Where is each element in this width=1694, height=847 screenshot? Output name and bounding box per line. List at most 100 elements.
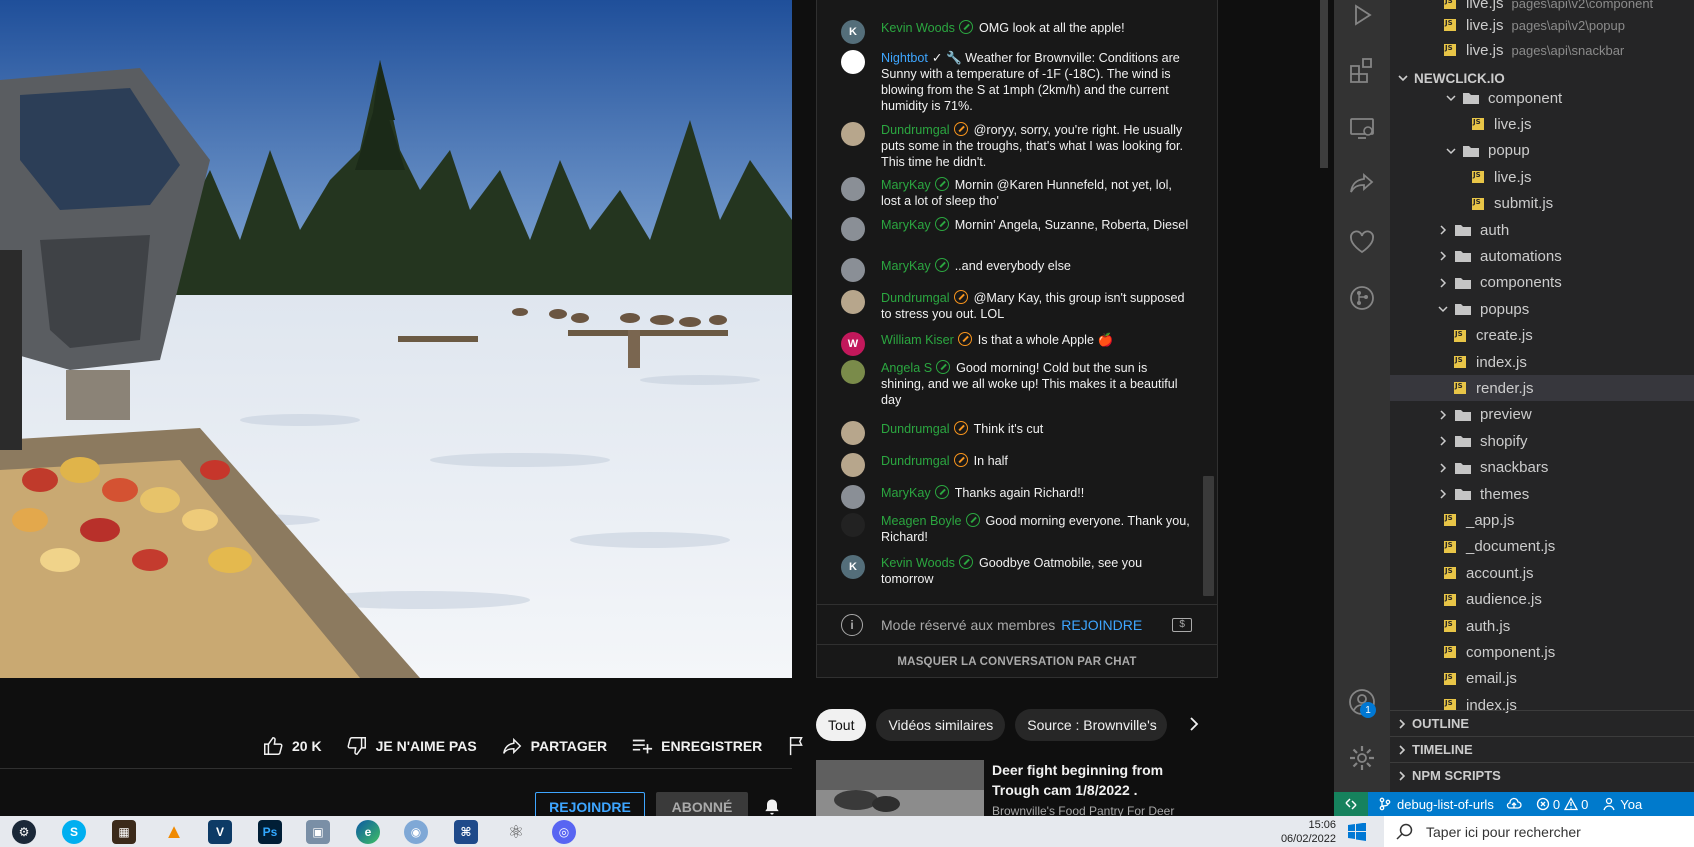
explorer-folder[interactable]: snackbars (1390, 455, 1694, 481)
chat-message[interactable]: Meagen Boyle Good morning everyone. Thank… (841, 513, 1191, 545)
avatar[interactable] (841, 360, 865, 384)
chat-message[interactable]: Dundrumgal @roryy, sorry, you're right. H… (841, 122, 1191, 170)
live-share-user[interactable]: Yoa (1620, 797, 1642, 812)
edge-icon[interactable]: e (356, 820, 380, 844)
report-button[interactable] (786, 735, 808, 757)
git-graph-icon[interactable] (1348, 284, 1376, 312)
recommended-video[interactable]: Deer fight beginning from Trough cam 1/8… (816, 760, 1218, 816)
chat-scrollbar[interactable] (1203, 476, 1214, 596)
explorer-folder[interactable]: preview (1390, 402, 1694, 428)
chat-author[interactable]: Dundrumgal (881, 422, 950, 436)
chat-author[interactable]: Kevin Woods (881, 556, 955, 570)
sync-cloud-icon[interactable] (1506, 797, 1522, 811)
chip-related[interactable]: Vidéos similaires (876, 709, 1006, 741)
chat-message[interactable]: Angela S Good morning! Cold but the sun i… (841, 360, 1191, 408)
avatar[interactable]: K (841, 20, 865, 44)
section-timeline[interactable]: TIMELINE (1390, 736, 1694, 762)
explorer-file[interactable]: auth.js (1390, 613, 1694, 639)
python-icon[interactable]: ⌘ (454, 820, 478, 844)
explorer-folder[interactable]: auth (1390, 217, 1694, 243)
chat-message[interactable]: Dundrumgal @Mary Kay, this group isn't su… (841, 290, 1191, 322)
chat-author[interactable]: MaryKay (881, 486, 931, 500)
recommended-title[interactable]: Deer fight beginning from Trough cam 1/8… (992, 760, 1212, 800)
react-icon[interactable]: ⚛ (504, 820, 528, 844)
share-button[interactable]: PARTAGER (501, 735, 607, 757)
explorer-file[interactable]: index.js (1390, 349, 1694, 375)
like-button[interactable]: 20 K (262, 735, 322, 757)
chat-messages[interactable]: K Kevin Woods OMG look at all the apple! Ni… (817, 0, 1203, 598)
explorer-file[interactable]: email.js (1390, 666, 1694, 692)
avatar[interactable] (841, 50, 865, 74)
explorer-folder[interactable]: automations (1390, 243, 1694, 269)
git-branch-name[interactable]: debug-list-of-urls (1397, 797, 1494, 812)
avatar[interactable] (841, 217, 865, 241)
chat-message[interactable]: MaryKay Mornin @Karen Hunnefeld, not yet,… (841, 177, 1191, 209)
open-editor-item[interactable]: live.js pages\api\snackbar (1390, 37, 1694, 63)
chat-author[interactable]: Nightbot (881, 51, 928, 65)
explorer-file[interactable]: live.js (1390, 164, 1694, 190)
save-button[interactable]: ENREGISTRER (631, 735, 762, 757)
info-icon[interactable]: i (841, 613, 863, 636)
explorer-file[interactable]: live.js (1390, 111, 1694, 137)
app-icon[interactable]: ◉ (404, 820, 428, 844)
remote-explorer-icon[interactable] (1348, 114, 1376, 142)
avatar[interactable] (841, 258, 865, 282)
chat-message[interactable]: K Kevin Woods OMG look at all the apple! (841, 20, 1191, 44)
explorer-folder[interactable]: components (1390, 270, 1694, 296)
chip-all[interactable]: Tout (816, 709, 867, 741)
explorer-file[interactable]: audience.js (1390, 587, 1694, 613)
avatar[interactable] (841, 177, 865, 201)
chat-author[interactable]: Dundrumgal (881, 123, 950, 137)
chip-source[interactable]: Source : Brownville's (1015, 709, 1168, 741)
video-thumbnail[interactable] (816, 760, 984, 816)
chat-message[interactable]: Dundrumgal In half (841, 453, 1191, 477)
error-count[interactable]: 0 (1553, 797, 1560, 812)
chat-author[interactable]: Kevin Woods (881, 21, 955, 35)
members-join-link[interactable]: REJOINDRE (1061, 617, 1142, 633)
explorer-folder[interactable]: popups (1390, 296, 1694, 322)
explorer-file[interactable]: render.js (1390, 375, 1694, 402)
chat-author[interactable]: Meagen Boyle (881, 514, 962, 528)
chat-message[interactable]: K Kevin Woods Goodbye Oatmobile, see you t… (841, 555, 1191, 587)
avatar[interactable] (841, 485, 865, 509)
chat-author[interactable]: MaryKay (881, 178, 931, 192)
chevron-right-icon[interactable] (1186, 716, 1202, 732)
explorer-file[interactable]: _app.js (1390, 507, 1694, 533)
windows-start-icon[interactable] (1348, 823, 1366, 841)
hide-chat-button[interactable]: MASQUER LA CONVERSATION PAR CHAT (817, 644, 1217, 678)
avatar[interactable]: K (841, 555, 865, 579)
explorer-folder[interactable]: popup (1390, 138, 1694, 164)
chat-author[interactable]: MaryKay (881, 218, 931, 232)
chat-message[interactable]: MaryKay ..and everybody else (841, 258, 1191, 282)
super-chat-icon[interactable]: $ (1172, 617, 1193, 632)
remote-indicator[interactable] (1334, 792, 1368, 816)
run-debug-icon[interactable] (1348, 2, 1376, 30)
avatar[interactable]: W (841, 332, 865, 356)
explorer-folder[interactable]: themes (1390, 481, 1694, 507)
browser-scrollbar[interactable] (1320, 0, 1328, 168)
vscode-taskbar-icon[interactable]: V (208, 820, 232, 844)
avatar[interactable] (841, 290, 865, 314)
dislike-button[interactable]: JE N'AIME PAS (346, 735, 477, 757)
chat-message[interactable]: Nightbot ✓ 🔧 Weather for Brownville: Cond… (841, 50, 1191, 114)
extensions-icon[interactable] (1348, 56, 1376, 84)
taskbar-clock[interactable]: 15:06 06/02/2022 (1262, 816, 1336, 847)
steam-icon[interactable]: ⚙ (12, 820, 36, 844)
skype-icon[interactable]: S (62, 820, 86, 844)
avatar[interactable] (841, 453, 865, 477)
avatar[interactable] (841, 513, 865, 537)
warning-count[interactable]: 0 (1581, 797, 1588, 812)
explorer-file[interactable]: account.js (1390, 560, 1694, 586)
explorer-folder[interactable]: component (1390, 85, 1694, 111)
vlc-icon[interactable]: ▲ (162, 820, 186, 844)
explorer-file[interactable]: component.js (1390, 639, 1694, 665)
chat-message[interactable]: Dundrumgal Think it's cut (841, 421, 1191, 445)
video-player[interactable] (0, 0, 792, 678)
bell-icon[interactable] (762, 797, 782, 817)
open-editor-item[interactable]: live.js pages\api\v2\popup (1390, 12, 1694, 38)
explorer-file[interactable]: _document.js (1390, 534, 1694, 560)
chat-author[interactable]: MaryKay (881, 259, 931, 273)
chat-author[interactable]: William Kiser (881, 333, 954, 347)
minecraft-icon[interactable]: ▦ (112, 820, 136, 844)
explorer-file[interactable]: create.js (1390, 323, 1694, 349)
